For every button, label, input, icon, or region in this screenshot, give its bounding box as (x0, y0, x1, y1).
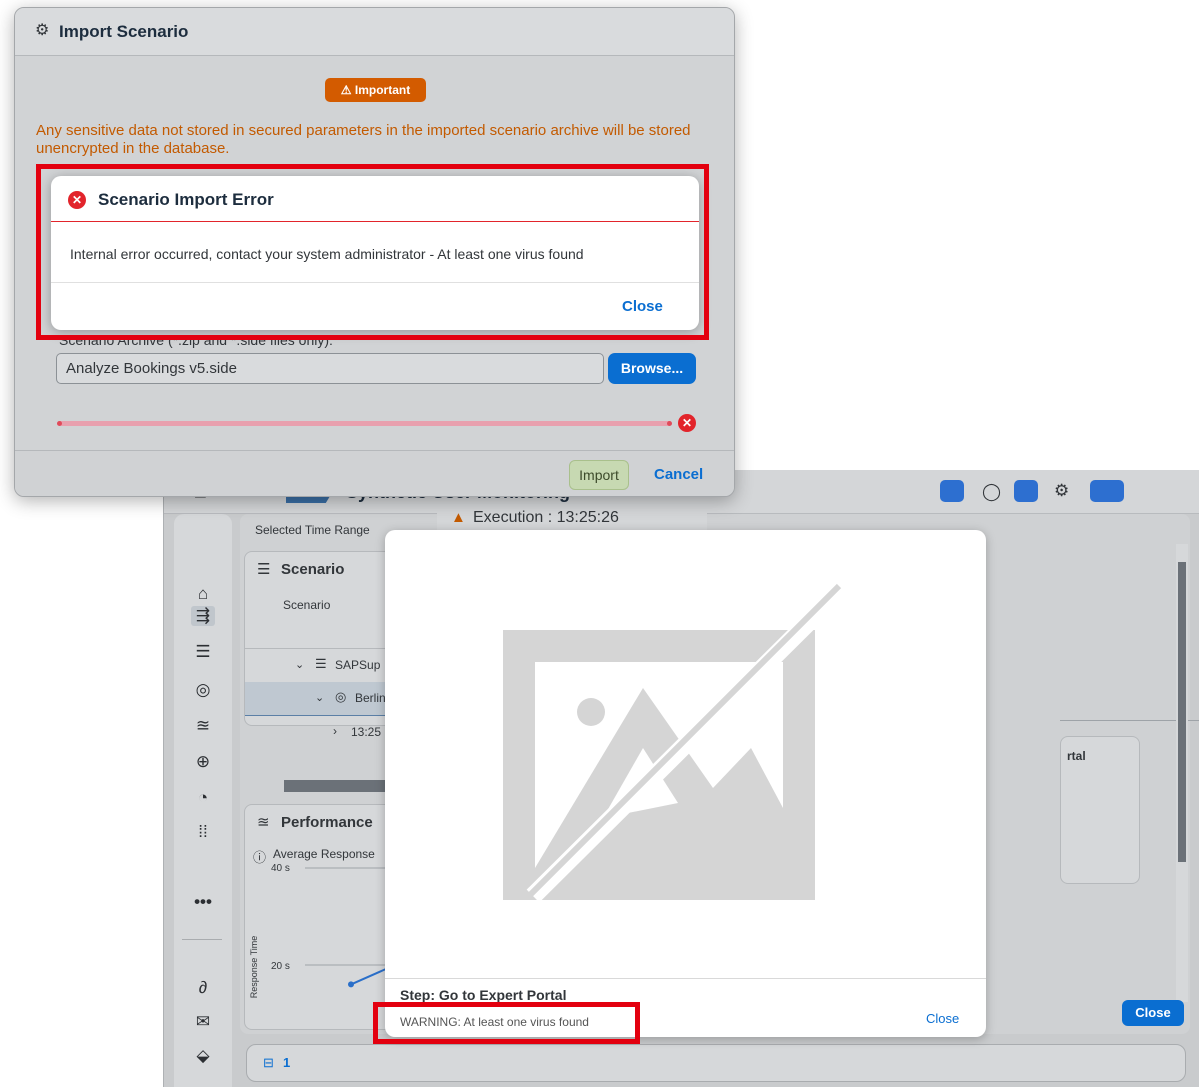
chart-title: Average Response (273, 847, 375, 861)
important-badge: ⚠ Important (325, 78, 426, 102)
data-point[interactable] (348, 981, 354, 988)
notification-icon[interactable] (940, 480, 964, 502)
dimension-icon[interactable]: ⁞⁞ (174, 822, 232, 842)
message-count[interactable]: 1 (283, 1055, 290, 1070)
list-icon[interactable]: ☰ (174, 642, 232, 662)
upload-progress-track (59, 421, 671, 426)
scenario-row-label: SAPSup (335, 658, 381, 672)
help-icon[interactable]: ◯ (982, 482, 1001, 502)
progress-end-dot (667, 421, 672, 426)
performance-panel-title: Performance (281, 814, 373, 831)
settings-icon[interactable]: ⚙ (1054, 481, 1069, 501)
expert-portal-card-title: rtal (1067, 749, 1086, 763)
gears-icon: ⚙ (35, 22, 50, 39)
table-row[interactable]: ⌄ ☰ SAPSup (245, 648, 403, 682)
time-range-label: Selected Time Range (255, 523, 370, 537)
main-close-button[interactable]: Close (1122, 1000, 1184, 1026)
home-icon[interactable]: ⌂ (174, 584, 232, 604)
location-icon: ◎ (335, 689, 347, 704)
link-icon[interactable]: ∂ (174, 978, 232, 998)
warning-icon: ⚠ (340, 83, 355, 97)
archive-file-input[interactable]: Analyze Bookings v5.side (56, 353, 604, 384)
execution-title: Execution : 13:25:26 (473, 509, 619, 526)
expand-icon: ⌄ (295, 659, 305, 671)
import-dialog-footer: Import Cancel (15, 450, 734, 496)
table-row[interactable]: ⌄ ◎ Berlin (245, 682, 403, 716)
execution-dialog: Step: Go to Expert Portal WARNING: At le… (385, 530, 986, 1037)
location-row-label: Berlin (355, 691, 386, 705)
upload-error-icon: ✕ (678, 414, 696, 432)
expert-portal-card: rtal (1060, 736, 1140, 884)
performance-panel-icon: ≊ (257, 814, 270, 831)
scenario-column-header: Scenario (283, 598, 331, 612)
location-icon[interactable]: ◎ (174, 680, 232, 700)
availability-icon[interactable]: ⊕ (174, 752, 232, 772)
globe-icon[interactable]: ◔ (174, 788, 232, 808)
expand-icon: ⌄ (315, 692, 325, 704)
warning-icon: ▲ (451, 509, 466, 526)
import-dialog-header: ⚙ Import Scenario (15, 8, 734, 56)
y-axis-label: Response Time (249, 936, 259, 999)
image-not-found-icon (503, 583, 848, 903)
side-navigation: ⌂ ⇶ ☰ ◎ ≊ ⊕ ◔ ⁞⁞ ••• ∂ ✉ ⬙ (174, 514, 232, 1087)
calendar-icon[interactable] (1014, 480, 1038, 502)
vertical-scrollbar[interactable] (1176, 544, 1188, 1002)
upload-progress-fill (59, 421, 671, 426)
execution-close-button[interactable]: Close (926, 1011, 959, 1026)
step-title: Step: Go to Expert Portal (400, 987, 567, 1003)
performance-panel: ≊ Performance ⓘ Average Response Respons… (244, 804, 404, 1030)
sensitive-data-warning: Any sensitive data not stored in secured… (36, 122, 691, 157)
y-tick-label: 40 s (271, 863, 290, 874)
download-icon[interactable]: ⬙ (174, 1046, 232, 1066)
table-row[interactable]: › 13:25 (245, 716, 403, 750)
import-button[interactable]: Import (569, 460, 629, 490)
scenario-panel-icon: ☰ (257, 561, 271, 578)
chevron-right-icon: › (333, 724, 337, 738)
cancel-button[interactable]: Cancel (654, 466, 703, 483)
message-icon[interactable]: ⊟ (263, 1055, 274, 1071)
import-dialog-title: Import Scenario (59, 22, 189, 41)
execution-row-label: 13:25 (351, 725, 382, 739)
highlight-box-warning (373, 1002, 640, 1044)
highlight-box-error (36, 164, 709, 340)
sidebar-divider (182, 939, 222, 940)
mail-icon[interactable]: ✉ (174, 1012, 232, 1032)
scenario-panel-title: Scenario (281, 561, 345, 578)
y-tick-label: 20 s (271, 961, 290, 972)
scenario-panel: ☰ Scenario Scenario ⌄ ☰ SAPSup ⌄ ◎ Berli… (244, 551, 404, 739)
performance-icon[interactable]: ≊ (174, 716, 232, 736)
more-icon[interactable]: ••• (174, 892, 232, 912)
browse-button[interactable]: Browse... (608, 353, 696, 384)
execution-dialog-title-bar: ▲ Execution : 13:25:26 (437, 505, 707, 532)
user-icon[interactable] (1090, 480, 1124, 502)
bottom-bar: ⊟ 1 (246, 1044, 1186, 1082)
progress-start-dot (57, 421, 62, 426)
important-label: Important (354, 83, 411, 97)
list-icon: ☰ (315, 656, 327, 671)
scenario-overview-icon[interactable]: ⇶ (174, 606, 232, 632)
scrollbar-thumb[interactable] (1178, 562, 1186, 862)
